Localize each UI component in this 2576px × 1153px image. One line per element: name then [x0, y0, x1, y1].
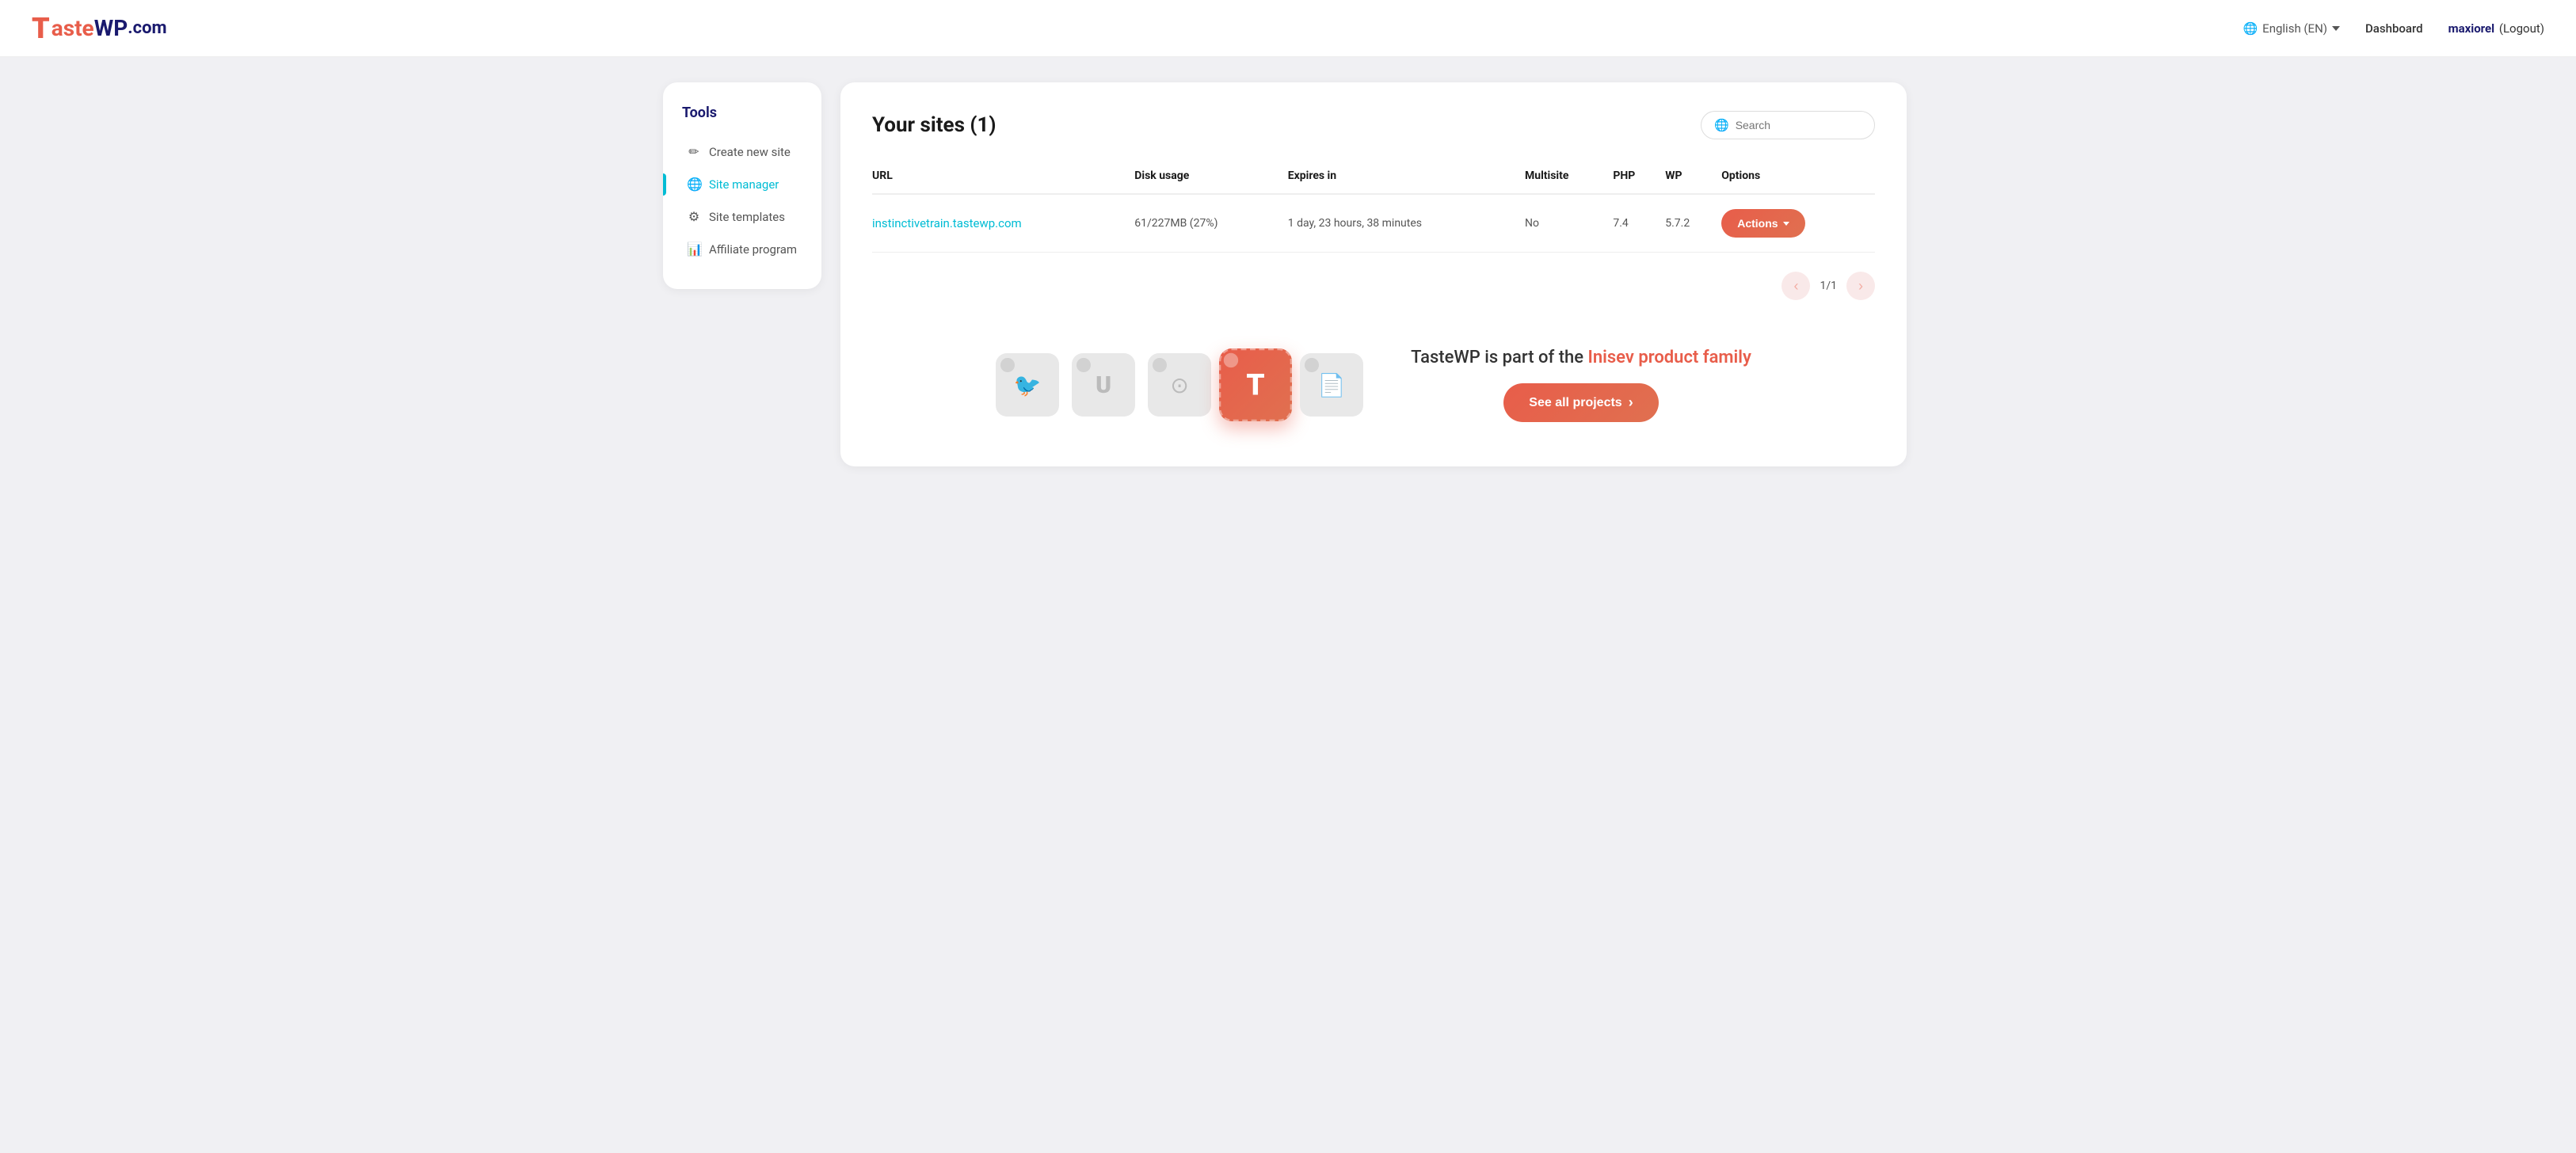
sidebar-title: Tools [679, 105, 806, 121]
arrow-icon: › [1629, 394, 1633, 411]
main-content: Your sites (1) 🌐 URL Disk usage Expires … [840, 82, 1907, 466]
logo-com: .com [128, 18, 166, 38]
logo-aste: aste [51, 15, 94, 41]
actions-button[interactable]: Actions [1721, 209, 1804, 238]
cell-php: 7.4 [1613, 194, 1665, 253]
sidebar-item-label: Affiliate program [709, 242, 797, 257]
sidebar-item-label: Site manager [709, 177, 779, 192]
gear-icon: ⚙ [687, 209, 701, 224]
cell-url: instinctivetrain.tastewp.com [872, 194, 1134, 253]
banner-text: TasteWP is part of the Inisev product fa… [1411, 348, 1751, 422]
cell-multisite: No [1525, 194, 1613, 253]
main-layout: Tools ✏ Create new site 🌐 Site manager ⚙… [644, 57, 1932, 492]
app-header: TasteWP.com 🌐 English (EN) Dashboard max… [0, 0, 2576, 57]
product-icon-u: U [1072, 353, 1135, 417]
cell-expires: 1 day, 23 hours, 38 minutes [1288, 194, 1525, 253]
prev-page-icon: ‹ [1793, 278, 1798, 295]
see-all-label: See all projects [1529, 396, 1621, 410]
actions-label: Actions [1737, 217, 1778, 230]
col-expires: Expires in [1288, 162, 1525, 194]
col-url: URL [872, 162, 1134, 194]
cell-options: Actions [1721, 194, 1875, 253]
sidebar-item-site-templates[interactable]: ⚙ Site templates [679, 202, 806, 231]
table-row: instinctivetrain.tastewp.com 61/227MB (2… [872, 194, 1875, 253]
product-icon-bird: 🐦 [996, 353, 1059, 417]
sidebar-item-label: Site templates [709, 210, 785, 224]
see-all-projects-button[interactable]: See all projects › [1503, 383, 1658, 422]
sites-title: Your sites (1) [872, 113, 996, 137]
pagination: ‹ 1/1 › [872, 272, 1875, 300]
banner-headline: TasteWP is part of the Inisev product fa… [1411, 348, 1751, 367]
product-icons: 🐦 U ⊙ T [996, 353, 1363, 417]
sidebar-item-site-manager[interactable]: 🌐 Site manager [679, 169, 806, 199]
sites-header: Your sites (1) 🌐 [872, 111, 1875, 139]
banner-section: 🐦 U ⊙ T [872, 332, 1875, 438]
tastewp-t-icon: T [1247, 367, 1265, 402]
site-url-link[interactable]: instinctivetrain.tastewp.com [872, 216, 1022, 230]
bird-icon: 🐦 [1014, 372, 1042, 398]
header-nav: 🌐 English (EN) Dashboard maxiorel (Logou… [2243, 21, 2544, 36]
dashboard-link[interactable]: Dashboard [2365, 21, 2423, 36]
sidebar-item-affiliate-program[interactable]: 📊 Affiliate program [679, 234, 806, 264]
chevron-down-icon [2332, 26, 2340, 31]
col-multisite: Multisite [1525, 162, 1613, 194]
username: maxiorel [2448, 21, 2495, 36]
col-options: Options [1721, 162, 1875, 194]
next-page-icon: › [1858, 278, 1863, 295]
prev-page-button[interactable]: ‹ [1781, 272, 1810, 300]
search-box: 🌐 [1701, 111, 1875, 139]
dropdown-arrow-icon [1783, 222, 1789, 226]
table-header-row: URL Disk usage Expires in Multisite PHP … [872, 162, 1875, 194]
product-icon-doc: 📄 [1300, 353, 1363, 417]
doc-icon: 📄 [1318, 372, 1346, 398]
chart-icon: 📊 [687, 242, 701, 257]
cell-disk: 61/227MB (27%) [1134, 194, 1287, 253]
sidebar-item-label: Create new site [709, 145, 791, 159]
page-info: 1/1 [1820, 280, 1837, 292]
col-php: PHP [1613, 162, 1665, 194]
pencil-icon: ✏ [687, 144, 701, 159]
product-icon-beats: ⊙ [1148, 353, 1211, 417]
logo-t-letter: T [32, 14, 50, 43]
globe-icon: 🌐 [687, 177, 701, 192]
sidebar-item-create-new-site[interactable]: ✏ Create new site [679, 137, 806, 166]
col-wp: WP [1665, 162, 1721, 194]
u-icon: U [1096, 371, 1111, 399]
logo[interactable]: TasteWP.com [32, 14, 167, 43]
sidebar: Tools ✏ Create new site 🌐 Site manager ⚙… [663, 82, 821, 289]
language-selector[interactable]: 🌐 English (EN) [2243, 21, 2340, 36]
lang-label: English (EN) [2262, 21, 2327, 36]
col-disk: Disk usage [1134, 162, 1287, 194]
beats-icon: ⊙ [1170, 372, 1188, 398]
logout-link[interactable]: (Logout) [2499, 21, 2544, 36]
sites-table: URL Disk usage Expires in Multisite PHP … [872, 162, 1875, 253]
search-input[interactable] [1736, 119, 1862, 131]
logo-wp: WP [94, 15, 128, 41]
product-icon-tastewp: T [1219, 348, 1292, 421]
next-page-button[interactable]: › [1846, 272, 1875, 300]
cell-wp: 5.7.2 [1665, 194, 1721, 253]
user-info: maxiorel (Logout) [2448, 21, 2544, 36]
globe-icon: 🌐 [2243, 21, 2258, 36]
search-icon: 🌐 [1714, 118, 1729, 132]
inisev-link[interactable]: Inisev product family [1588, 348, 1751, 367]
